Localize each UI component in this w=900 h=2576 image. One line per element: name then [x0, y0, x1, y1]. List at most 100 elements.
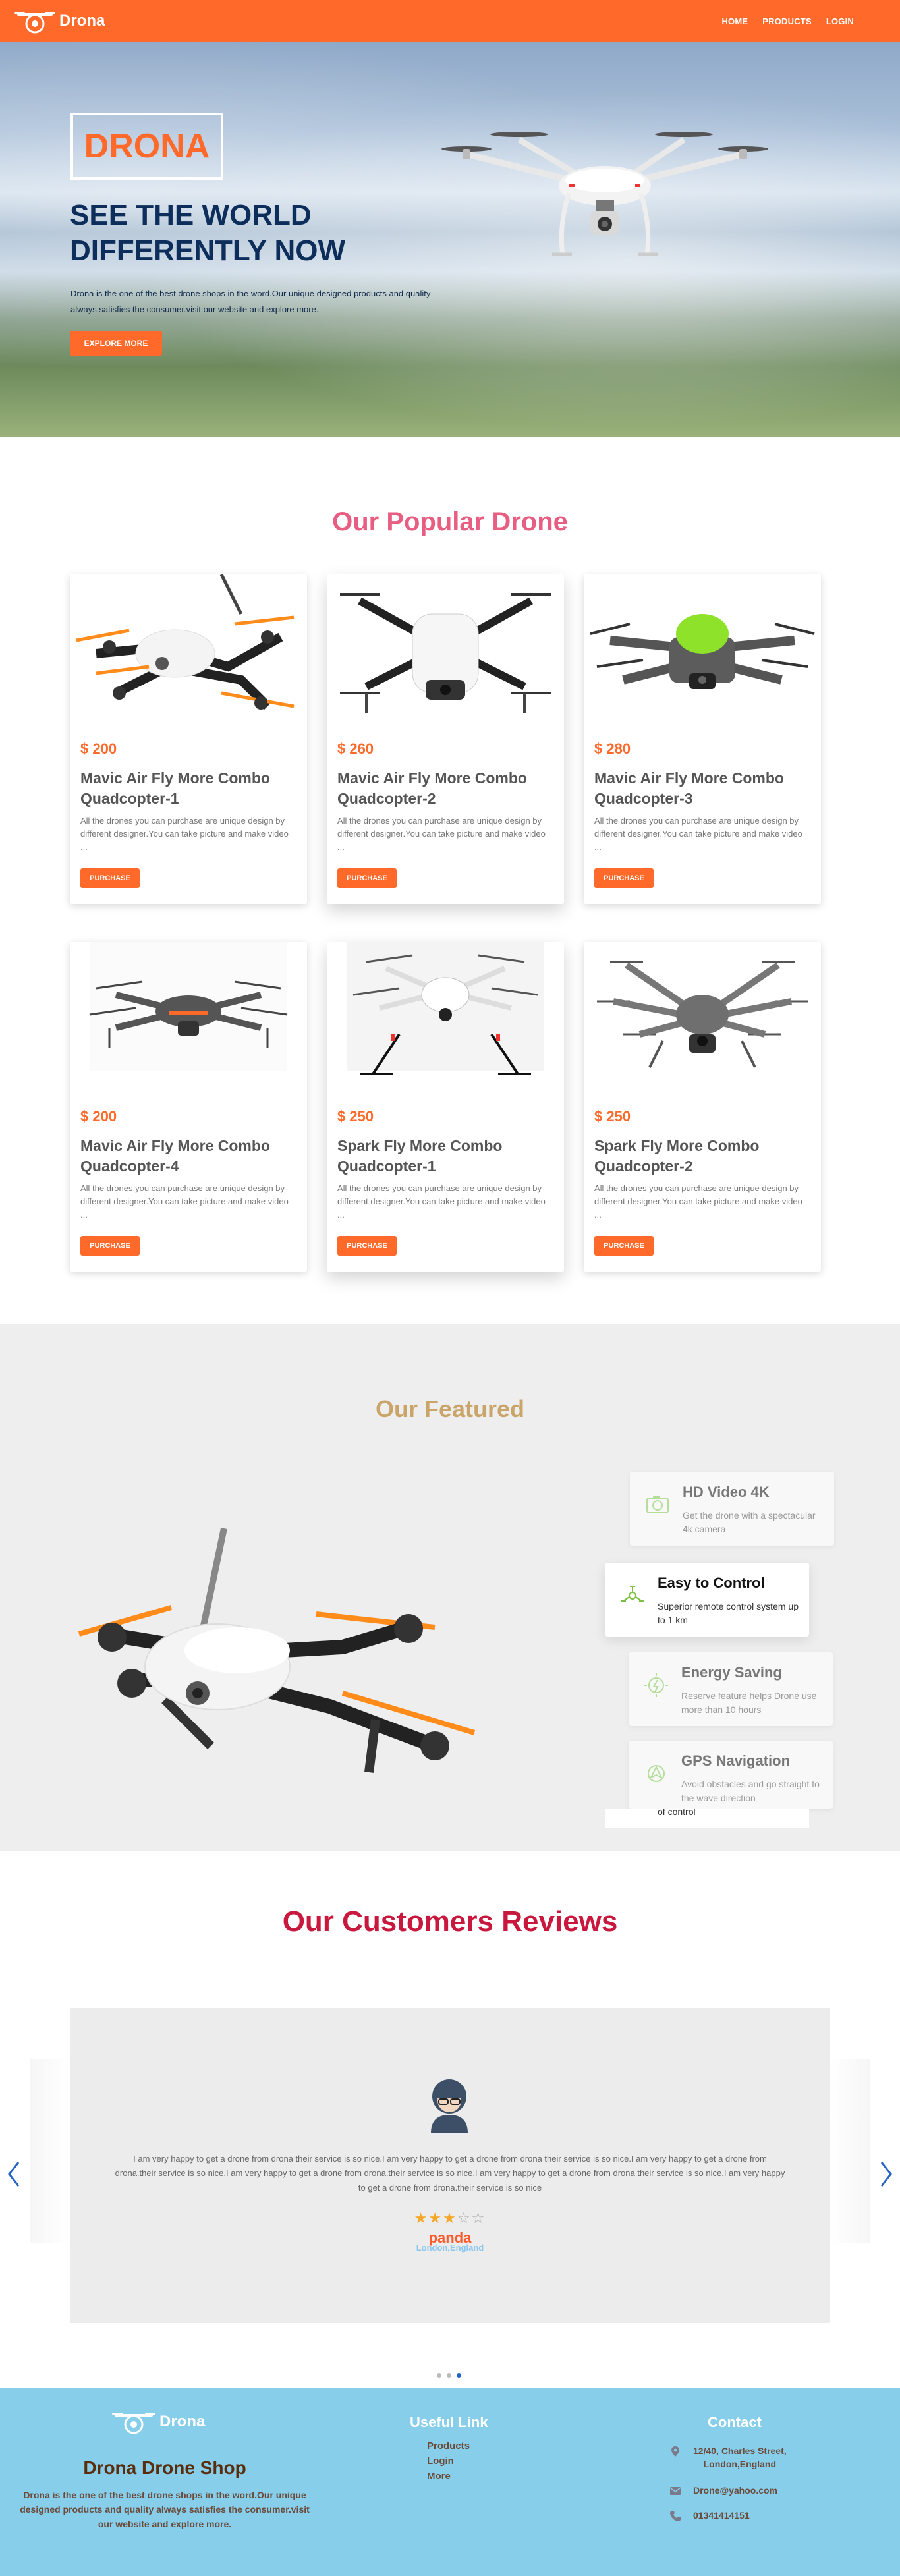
- nav-link-login[interactable]: LOGIN: [826, 16, 854, 26]
- popular-section-title: Our Popular Drone: [332, 507, 568, 536]
- product-image: [584, 942, 821, 1094]
- contact-heading: Contact: [708, 2414, 762, 2430]
- product-description: All the drones you can purchase are uniq…: [337, 816, 546, 852]
- feature-card-overflow: of control: [605, 1809, 809, 1828]
- footer-link-login[interactable]: Login: [427, 2455, 470, 2467]
- brand-logo[interactable]: Drona: [14, 7, 105, 36]
- feature-card[interactable]: Easy to Control Superior remote control …: [605, 1563, 809, 1637]
- nav-link-home[interactable]: HOME: [721, 16, 748, 26]
- racing-drone-image: [76, 574, 295, 710]
- product-card: $ 260 Mavic Air Fly More Combo Quadcopte…: [327, 574, 564, 904]
- carousel-dot-active[interactable]: [457, 2373, 461, 2378]
- purchase-button[interactable]: PURCHASE: [594, 1236, 654, 1256]
- feature-description: Get the drone with a spectacular 4k came…: [683, 1510, 816, 1534]
- product-price: $ 280: [594, 741, 631, 757]
- purchase-button[interactable]: PURCHASE: [337, 868, 397, 888]
- product-price: $ 250: [594, 1108, 631, 1125]
- product-image: [584, 574, 821, 726]
- star-empty-icon: ☆: [457, 2210, 472, 2226]
- star-filled-icon: ★: [428, 2210, 443, 2226]
- reviewer-location: London,England: [416, 2243, 484, 2253]
- product-card: $ 250 Spark Fly More Combo Quadcopter-2 …: [584, 942, 821, 1272]
- review-text: I am very happy to get a drone from dron…: [115, 2154, 785, 2193]
- useful-links-list: Products Login More: [427, 2440, 470, 2482]
- footer-title: Drona Drone Shop: [83, 2457, 246, 2478]
- product-image: [327, 942, 564, 1094]
- featured-section-title: Our Featured: [375, 1395, 525, 1422]
- product-name: Mavic Air Fly More Combo Quadcopter-4: [80, 1137, 270, 1175]
- product-card: $ 280 Mavic Air Fly More Combo Quadcopte…: [584, 574, 821, 904]
- contact-phone-text[interactable]: 01341414151: [693, 2509, 750, 2522]
- product-name: Mavic Air Fly More Combo Quadcopter-2: [337, 770, 527, 807]
- brand-name: Drona: [59, 12, 105, 30]
- contact-address: 12/40, Charles Street, London,England: [669, 2444, 787, 2471]
- footer-brand-name: Drona: [159, 2413, 206, 2430]
- product-name: Spark Fly More Combo Quadcopter-2: [594, 1137, 760, 1175]
- drone-control-icon: [621, 1586, 644, 1602]
- mail-icon: [669, 2487, 681, 2495]
- contact-email-text[interactable]: Drone@yahoo.com: [693, 2484, 777, 2497]
- hero-headline-line1: SEE THE WORLD: [70, 199, 312, 231]
- nav-link-products[interactable]: PRODUCTS: [762, 16, 812, 26]
- hero-description: Drona is the one of the best drone shops…: [70, 289, 431, 314]
- green-drone-image: [590, 614, 815, 689]
- feature-description: Superior remote control system up to 1 k…: [658, 1601, 799, 1625]
- location-pin-icon: [671, 2446, 679, 2457]
- carousel-dot[interactable]: [447, 2373, 451, 2378]
- product-image: [70, 574, 307, 726]
- hero-brand-box: DRONA: [70, 113, 223, 180]
- drone-logo-icon: [14, 12, 55, 34]
- phone-icon: [670, 2511, 681, 2521]
- featured-drone-image: [78, 1527, 476, 1773]
- explore-more-button[interactable]: EXPLORE MORE: [70, 331, 162, 356]
- feature-description: Avoid obstacles and go straight to the w…: [681, 1779, 820, 1803]
- hero-drone-image: [441, 132, 768, 256]
- footer-link-more[interactable]: More: [427, 2471, 470, 2482]
- feature-title: HD Video 4K: [683, 1484, 770, 1500]
- purchase-button[interactable]: PURCHASE: [337, 1236, 397, 1256]
- product-price: $ 250: [337, 1108, 374, 1125]
- feature-card[interactable]: GPS Navigation Avoid obstacles and go st…: [629, 1741, 833, 1809]
- star-empty-icon: ☆: [471, 2210, 486, 2226]
- product-name: Mavic Air Fly More Combo Quadcopter-3: [594, 770, 784, 807]
- product-card: $ 200 Mavic Air Fly More Combo Quadcopte…: [70, 574, 307, 904]
- feature-overflow-text: of control: [658, 1809, 696, 1817]
- product-name: Spark Fly More Combo Quadcopter-1: [337, 1137, 503, 1175]
- review-rating: ★★★☆☆: [0, 2210, 900, 2227]
- purchase-button[interactable]: PURCHASE: [80, 868, 140, 888]
- chevron-right-icon[interactable]: [879, 2160, 893, 2189]
- product-description: All the drones you can purchase are uniq…: [80, 1183, 289, 1219]
- purchase-button[interactable]: PURCHASE: [80, 1236, 140, 1256]
- product-image: [327, 574, 564, 726]
- footer: Drona Drona Drone Shop Drona is the one …: [0, 2388, 900, 2576]
- product-price: $ 260: [337, 741, 374, 757]
- reviewer-avatar-icon: [431, 2079, 468, 2133]
- contact-phone: 01341414151: [669, 2509, 750, 2522]
- feature-title: Easy to Control: [658, 1575, 765, 1591]
- feature-title: Energy Saving: [681, 1664, 782, 1681]
- purchase-button[interactable]: PURCHASE: [594, 868, 654, 888]
- product-price: $ 200: [80, 741, 117, 757]
- footer-link-products[interactable]: Products: [427, 2440, 470, 2451]
- product-description: All the drones you can purchase are uniq…: [594, 816, 802, 852]
- chevron-left-icon[interactable]: [7, 2160, 21, 2189]
- gps-icon: [648, 1765, 665, 1782]
- top-navbar: Drona HOME PRODUCTS LOGIN: [0, 0, 900, 42]
- nav-links: HOME PRODUCTS LOGIN: [721, 16, 854, 26]
- footer-logo[interactable]: Drona: [112, 2407, 224, 2436]
- camera-icon: [646, 1496, 669, 1513]
- quadcopter-image: [89, 942, 288, 1071]
- product-image: [70, 942, 307, 1094]
- address-line-2: London,England: [703, 2459, 777, 2469]
- address-line-1: 12/40, Charles Street,: [693, 2446, 787, 2456]
- reviews-section-title: Our Customers Reviews: [282, 1905, 618, 1938]
- product-card: $ 200 Mavic Air Fly More Combo Quadcopte…: [70, 942, 307, 1272]
- carousel-dot[interactable]: [437, 2373, 441, 2378]
- hero-section: DRONA SEE THE WORLD DIFFERENTLY NOW Dron…: [0, 42, 900, 437]
- feature-card[interactable]: Energy Saving Reserve feature helps Dron…: [629, 1652, 833, 1726]
- footer-description: Drona is the one of the best drone shops…: [20, 2490, 310, 2529]
- product-description: All the drones you can purchase are uniq…: [337, 1183, 546, 1219]
- star-filled-icon: ★: [443, 2210, 457, 2226]
- star-filled-icon: ★: [414, 2210, 429, 2226]
- feature-card[interactable]: HD Video 4K Get the drone with a spectac…: [630, 1472, 834, 1546]
